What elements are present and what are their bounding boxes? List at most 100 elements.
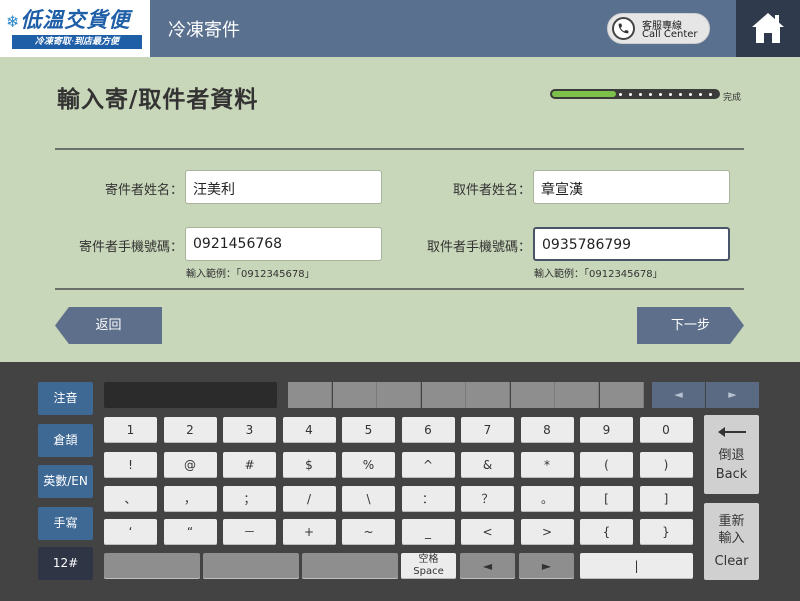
key[interactable]: ] xyxy=(639,486,693,512)
backspace-label-en: Back xyxy=(715,467,748,482)
clear-label-en: Clear xyxy=(714,554,749,569)
key[interactable]: + xyxy=(282,519,336,545)
cursor-left-key[interactable]: ◄ xyxy=(460,553,515,579)
clear-button[interactable]: 重新 輸入 Clear xyxy=(704,503,759,580)
candidate-slot[interactable] xyxy=(377,382,421,408)
receiver-phone-label: 取件者手機號碼： xyxy=(426,240,531,255)
key[interactable]: [ xyxy=(580,486,633,512)
progress-dot xyxy=(669,93,672,96)
logo-slogan: 冷凍寄取‧到店最方便 xyxy=(12,35,142,49)
key[interactable]: 7 xyxy=(461,417,514,443)
page-title: 輸入寄/取件者資料 xyxy=(57,87,259,113)
snowflake-icon: ❄ xyxy=(6,12,21,31)
key[interactable]: 4 xyxy=(282,417,336,443)
key[interactable]: － xyxy=(223,519,276,545)
receiver-name-label: 取件者姓名： xyxy=(452,183,531,198)
home-icon xyxy=(752,13,784,43)
kiosk-screen: ❄低溫交貨便 冷凍寄取‧到店最方便 冷凍寄件 客服專線 Call Center … xyxy=(0,0,800,601)
home-button[interactable] xyxy=(736,0,800,57)
key[interactable]: 8 xyxy=(520,417,574,443)
next-button[interactable]: 下一步 xyxy=(637,307,744,344)
receiver-name-field[interactable]: 章宣漢 xyxy=(533,170,730,204)
key[interactable]: ？ xyxy=(461,486,514,512)
key[interactable]: ) xyxy=(639,452,693,478)
key[interactable]: ^ xyxy=(401,452,455,478)
mode-english-button[interactable]: 英數/EN xyxy=(38,465,93,498)
candidate-prev-button[interactable]: ◄ xyxy=(652,382,705,408)
divider-bottom xyxy=(55,288,744,290)
key[interactable]: ， xyxy=(163,486,217,512)
key[interactable]: { xyxy=(580,519,633,545)
key[interactable]: 。 xyxy=(520,486,574,512)
key[interactable]: & xyxy=(461,452,514,478)
sender-name-field[interactable]: 汪美利 xyxy=(185,170,382,204)
key[interactable]: > xyxy=(520,519,574,545)
space-key-label-en: Space xyxy=(413,566,444,577)
phone-icon xyxy=(612,17,635,40)
mode-zhuyin-button[interactable]: 注音 xyxy=(38,382,93,415)
key[interactable]: } xyxy=(639,519,693,545)
candidate-slot[interactable] xyxy=(466,382,510,408)
progress-dot xyxy=(639,93,642,96)
key[interactable]: ~ xyxy=(342,519,395,545)
key[interactable]: % xyxy=(342,452,395,478)
key[interactable]: 2 xyxy=(163,417,217,443)
key[interactable]: ； xyxy=(223,486,276,512)
key[interactable]: / xyxy=(282,486,336,512)
progress-label: 完成 xyxy=(723,93,742,103)
key[interactable]: < xyxy=(461,519,514,545)
candidate-slot[interactable] xyxy=(510,382,555,408)
key[interactable]: 0 xyxy=(639,417,693,443)
key[interactable]: # xyxy=(223,452,276,478)
key[interactable]: “ xyxy=(163,519,217,545)
key[interactable]: $ xyxy=(282,452,336,478)
key[interactable]: 3 xyxy=(223,417,276,443)
candidate-next-button[interactable]: ► xyxy=(706,382,759,408)
backspace-label-zh: 倒退 xyxy=(718,448,745,463)
key[interactable]: ‘ xyxy=(104,519,157,545)
clear-label-zh-2: 輸入 xyxy=(718,531,745,546)
header-title: 冷凍寄件 xyxy=(168,20,240,41)
candidate-slot[interactable] xyxy=(288,382,332,408)
progress-dot xyxy=(709,93,712,96)
divider-top xyxy=(55,148,744,150)
back-button[interactable]: 返回 xyxy=(55,307,162,344)
backspace-button[interactable]: 倒退 Back xyxy=(704,415,759,494)
key[interactable]: ( xyxy=(580,452,633,478)
call-center-button[interactable]: 客服專線 Call Center xyxy=(607,13,710,44)
receiver-phone-hint: 輸入範例：「0912345678」 xyxy=(534,269,663,280)
candidate-slot[interactable] xyxy=(332,382,377,408)
mode-handwriting-button[interactable]: 手寫 xyxy=(38,507,93,540)
key[interactable]: 6 xyxy=(401,417,455,443)
key[interactable]: 1 xyxy=(104,417,157,443)
key[interactable]: ! xyxy=(104,452,157,478)
blank-key[interactable] xyxy=(302,553,398,579)
sender-name-label: 寄件者姓名： xyxy=(104,183,183,198)
blank-key[interactable] xyxy=(203,553,299,579)
receiver-phone-field[interactable]: 0935786799 xyxy=(533,227,730,261)
sender-phone-field[interactable]: 0921456768 xyxy=(185,227,382,261)
key[interactable]: @ xyxy=(163,452,217,478)
progress-dot xyxy=(699,93,702,96)
space-key[interactable]: 空格 Space xyxy=(401,553,456,579)
key[interactable]: * xyxy=(520,452,574,478)
candidate-slot[interactable] xyxy=(421,382,466,408)
key[interactable]: ： xyxy=(401,486,455,512)
mode-symbols-button[interactable]: 12# xyxy=(38,547,93,580)
cursor-right-key[interactable]: ► xyxy=(519,553,574,579)
header-bar: ❄低溫交貨便 冷凍寄取‧到店最方便 冷凍寄件 客服專線 Call Center xyxy=(0,0,800,57)
composition-box xyxy=(104,382,277,408)
key[interactable]: 、 xyxy=(104,486,157,512)
key[interactable]: _ xyxy=(401,519,455,545)
call-center-label-en: Call Center xyxy=(642,29,698,40)
key[interactable]: 5 xyxy=(342,417,395,443)
key[interactable]: 9 xyxy=(580,417,633,443)
key[interactable]: \ xyxy=(342,486,395,512)
candidate-slot[interactable] xyxy=(555,382,599,408)
blank-key[interactable] xyxy=(104,553,200,579)
sender-phone-label: 寄件者手機號碼： xyxy=(78,240,183,255)
sender-phone-hint: 輸入範例：「0912345678」 xyxy=(186,269,315,280)
candidate-slot[interactable] xyxy=(599,382,644,408)
pipe-key[interactable]: | xyxy=(580,553,693,579)
mode-cangjie-button[interactable]: 倉頡 xyxy=(38,424,93,457)
